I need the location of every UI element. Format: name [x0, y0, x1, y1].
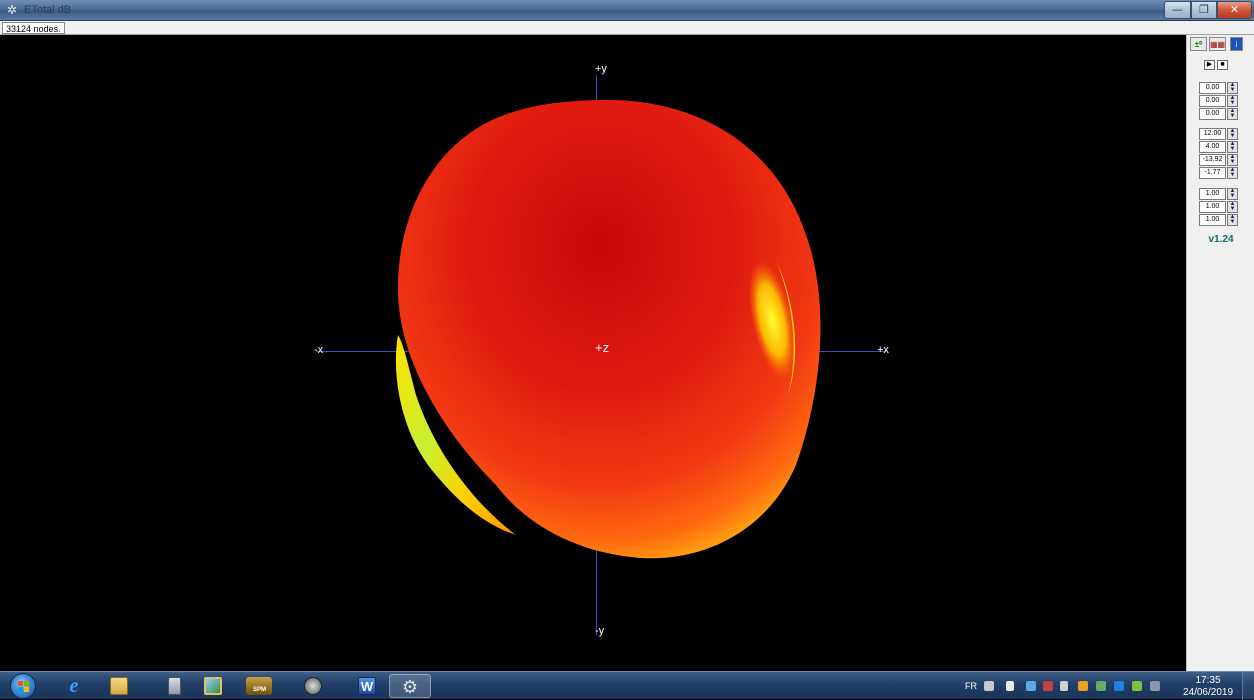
taskbar-spm-app[interactable]: SPM — [243, 674, 275, 698]
start-button[interactable] — [10, 673, 36, 699]
window-title: ETotal dB — [24, 4, 72, 16]
view-spinner-4[interactable]: ▲ ▼ — [1227, 167, 1238, 179]
language-indicator[interactable]: FR — [965, 681, 977, 691]
scale-z-spinner[interactable]: ▲ ▼ — [1227, 214, 1238, 226]
view-spinner-2[interactable]: ▲ ▼ — [1227, 141, 1238, 153]
volume-icon[interactable] — [1060, 681, 1068, 691]
play-button[interactable]: ▶ — [1204, 60, 1215, 70]
rotation-y-spinner[interactable]: ▲ ▼ — [1227, 95, 1238, 107]
rotation-z-field[interactable]: 0.00 — [1199, 108, 1226, 120]
display-icon[interactable] — [1043, 681, 1053, 691]
taskbar-image-viewer[interactable] — [197, 674, 229, 698]
view-field-4[interactable]: -1.77 — [1199, 167, 1226, 179]
control-panel: ±⁰ ▦▦ i ▶ ■ 0.00 ▲ ▼ 0.00 ▲ ▼ 0.00 ▲ ▼ 12.0… — [1186, 35, 1254, 671]
scale-x-spinner[interactable]: ▲ ▼ — [1227, 188, 1238, 200]
tray-app-icon[interactable] — [1150, 681, 1160, 691]
update-icon[interactable] — [1078, 681, 1088, 691]
taskbar-media-app[interactable] — [297, 674, 329, 698]
calculator-icon — [168, 677, 181, 695]
taskbar-word[interactable]: W — [351, 674, 383, 698]
view-spinner-1[interactable]: ▲ ▼ — [1227, 128, 1238, 140]
spm-label: SPM — [253, 687, 267, 693]
info-icon[interactable]: i — [1230, 37, 1243, 51]
grid-icon[interactable]: ▦▦ — [1209, 37, 1226, 51]
bluetooth-icon[interactable] — [1114, 681, 1124, 691]
scale-x-field[interactable]: 1.00 — [1199, 188, 1226, 200]
plus-z-label: +z — [595, 340, 610, 355]
stop-button[interactable]: ■ — [1217, 60, 1228, 70]
status-bar: 33124 nodes. — [0, 21, 1254, 35]
file-explorer-icon — [110, 677, 128, 695]
power-icon[interactable] — [1132, 681, 1142, 691]
scale-z-field[interactable]: 1.00 — [1199, 214, 1226, 226]
scale-y-spinner[interactable]: ▲ ▼ — [1227, 201, 1238, 213]
show-desktop-button[interactable] — [1242, 672, 1254, 700]
word-icon: W — [358, 677, 376, 695]
rotation-y-field[interactable]: 0.00 — [1199, 95, 1226, 107]
taskbar-internet-explorer[interactable]: e — [58, 674, 90, 698]
clock-date[interactable]: 24/06/2019 — [1178, 687, 1238, 698]
settings-gear-icon: ⚙ — [401, 677, 419, 697]
drive-icon[interactable] — [1096, 681, 1106, 691]
title-bar: ✲ ETotal dB — ❐ ✕ — [0, 0, 1254, 21]
plot-settings-icon[interactable]: ±⁰ — [1190, 37, 1207, 51]
taskbar: e SPM W ⚙ FR 17:35 24/06/2019 — [0, 671, 1254, 700]
windows-logo-icon — [18, 681, 29, 692]
maximize-button[interactable]: ❐ — [1191, 1, 1217, 19]
keyboard-icon[interactable] — [984, 681, 994, 691]
network-icon[interactable] — [1026, 681, 1036, 691]
view-spinner-3[interactable]: ▲ ▼ — [1227, 154, 1238, 166]
taskbar-file-explorer[interactable] — [103, 674, 135, 698]
flag-icon[interactable] — [1006, 681, 1014, 691]
3d-viewport[interactable]: +y -y -x +x +z — [6, 35, 1186, 671]
view-field-1[interactable]: 12.00 — [1199, 128, 1226, 140]
internet-explorer-icon: e — [69, 675, 79, 697]
scale-y-field[interactable]: 1.00 — [1199, 201, 1226, 213]
image-viewer-icon — [204, 677, 222, 695]
taskbar-antenna-app[interactable]: ⚙ — [389, 674, 431, 698]
taskbar-calculator[interactable] — [158, 674, 190, 698]
gear-icon: ✲ — [6, 3, 18, 17]
view-field-2[interactable]: 4.00 — [1199, 141, 1226, 153]
rotation-x-spinner[interactable]: ▲ ▼ — [1227, 82, 1238, 94]
version-label: v1.24 — [1208, 234, 1234, 245]
close-button[interactable]: ✕ — [1217, 1, 1252, 19]
media-app-icon — [304, 677, 322, 695]
minimize-button[interactable]: — — [1164, 1, 1191, 19]
clock-time[interactable]: 17:35 — [1188, 675, 1228, 686]
rotation-x-field[interactable]: 0.00 — [1199, 82, 1226, 94]
rotation-z-spinner[interactable]: ▲ ▼ — [1227, 108, 1238, 120]
view-field-3[interactable]: -13.92 — [1199, 154, 1226, 166]
node-count: 33124 nodes. — [2, 22, 65, 34]
